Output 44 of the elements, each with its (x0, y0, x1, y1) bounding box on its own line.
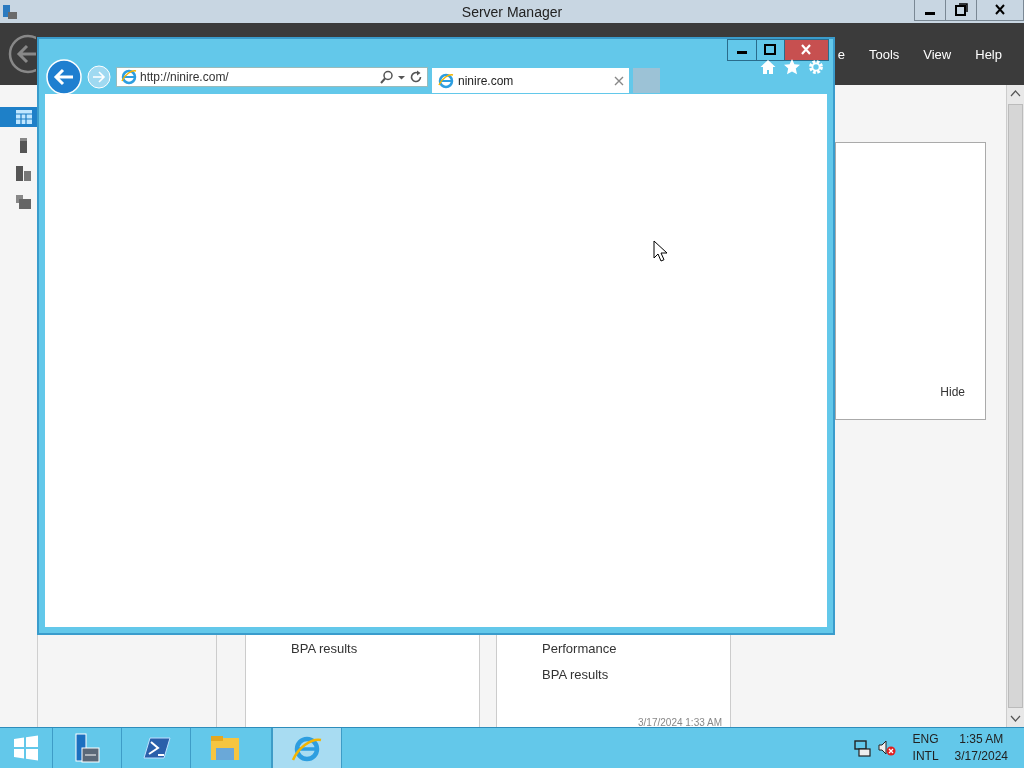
window-title: Server Manager (461, 3, 563, 20)
scroll-thumb[interactable] (1008, 104, 1023, 708)
home-icon[interactable] (759, 58, 777, 76)
language-label: ENG (912, 731, 939, 748)
browser-icon (121, 69, 137, 85)
settings-icon[interactable] (807, 58, 825, 76)
tile-link[interactable]: BPA results (291, 641, 479, 656)
minimize-icon[interactable] (727, 39, 757, 61)
close-icon[interactable] (976, 0, 1024, 21)
menu-item[interactable]: Help (975, 46, 1002, 62)
time-label: 1:35 AM (959, 731, 1004, 748)
search-icon[interactable] (380, 70, 394, 84)
hide-link[interactable]: Hide (940, 385, 965, 399)
close-icon[interactable] (784, 39, 829, 61)
minimize-icon[interactable] (914, 0, 946, 21)
back-icon[interactable] (46, 59, 82, 95)
nav-item[interactable] (0, 107, 37, 127)
servers-icon (15, 164, 33, 182)
input-language-indicator[interactable]: ENG INTL (912, 731, 939, 765)
refresh-icon[interactable] (409, 70, 423, 84)
menu-item[interactable]: Tools (868, 46, 900, 62)
browser-tab[interactable]: ninire.com (432, 68, 629, 93)
maximize-icon[interactable] (756, 39, 785, 61)
address-field[interactable]: http://ninire.com/ (116, 67, 428, 87)
network-icon[interactable] (852, 739, 871, 757)
back-arrow-icon[interactable] (8, 34, 36, 74)
tab-title: ninire.com (458, 73, 515, 88)
timestamp: 3/17/2024 1:33 AM (638, 717, 722, 727)
restore-icon[interactable] (945, 0, 977, 21)
menu-item[interactable]: e (837, 46, 845, 62)
menu-item[interactable]: View (923, 46, 952, 62)
tile-link[interactable]: Performance (542, 641, 730, 656)
date-label: 3/17/2024 (954, 748, 1008, 765)
url-text: http://ninire.com/ (140, 70, 230, 84)
clock[interactable]: 1:35 AM 3/17/2024 (954, 731, 1008, 765)
tile-link[interactable]: BPA results (542, 667, 730, 682)
grid-icon (15, 108, 33, 126)
mouse-cursor-icon (653, 240, 667, 262)
browser-icon (438, 72, 454, 89)
layout-label: INTL (912, 748, 939, 765)
star-icon[interactable] (783, 58, 801, 76)
volume-muted-icon[interactable] (876, 739, 897, 757)
server-manager-icon[interactable] (2, 3, 18, 20)
scrollbar[interactable] (1006, 85, 1024, 727)
